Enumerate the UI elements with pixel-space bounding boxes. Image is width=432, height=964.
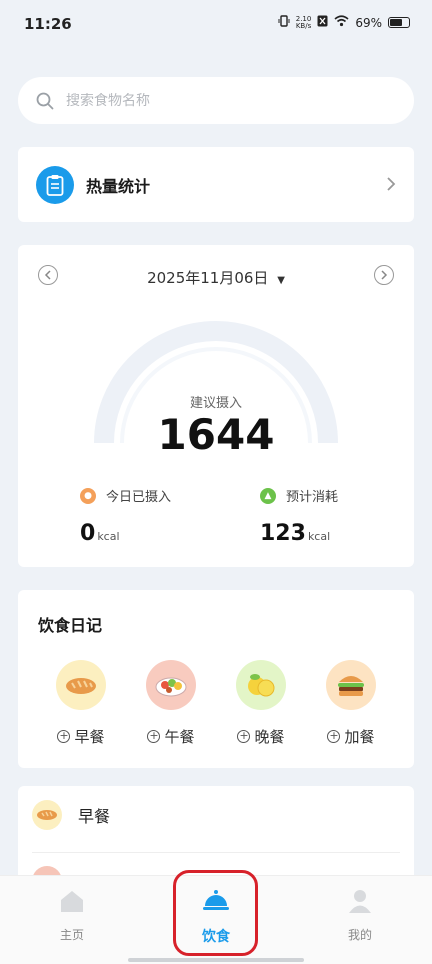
add-breakfast-button[interactable]: + 早餐: [57, 726, 105, 747]
search-icon: [36, 92, 54, 109]
burn-value-group: 123 kcal: [260, 521, 330, 546]
calorie-stats-title: 热量统计: [86, 176, 151, 196]
burn-value: 123: [260, 521, 306, 546]
calorie-stats-entry[interactable]: 热量统计: [18, 147, 414, 222]
suggested-intake-label: 建议摄入: [189, 396, 242, 411]
plus-circle-icon: +: [327, 729, 341, 743]
tab-diet-label: 饮食: [202, 929, 230, 945]
daily-calorie-card: 2025年11月06日 ▼ 建议摄入 1644 ● 今日已摄入 0 kcal ▲…: [18, 245, 414, 567]
bread-icon: [32, 800, 62, 830]
add-snack-button[interactable]: + 加餐: [327, 726, 375, 747]
plus-circle-icon: +: [237, 729, 251, 743]
intake-unit: kcal: [97, 530, 120, 543]
suggested-intake-value: 1644: [157, 410, 275, 459]
divider: [32, 852, 400, 853]
food-cover-icon: [203, 890, 229, 910]
date-picker[interactable]: 2025年11月06日 ▼: [18, 267, 414, 288]
plus-circle-icon: +: [147, 729, 161, 743]
meal-breakfast[interactable]: + 早餐: [49, 660, 113, 747]
bread-icon: [56, 660, 106, 710]
current-date: 2025年11月06日: [147, 269, 269, 287]
vibrate-icon: [278, 15, 290, 30]
bottom-tab-bar: 主页 饮食 我的: [0, 875, 432, 964]
battery-percent: 69%: [355, 15, 382, 30]
person-icon: [349, 890, 371, 913]
tab-mine-label: 我的: [347, 928, 372, 942]
diet-diary-card: 饮食日记 + 早餐 + 午餐 + 晚餐 + 加餐: [18, 590, 414, 768]
home-icon: [61, 891, 83, 912]
tab-diet[interactable]: 饮食: [176, 888, 256, 946]
sim-off-icon: [317, 15, 328, 30]
next-day-button[interactable]: [374, 265, 394, 285]
search-bar[interactable]: [18, 77, 414, 124]
chevron-right-icon: [386, 173, 396, 197]
caret-down-icon: ▼: [277, 275, 285, 286]
burn-label: 预计消耗: [286, 490, 339, 505]
intake-metric: ● 今日已摄入: [80, 486, 171, 505]
lemon-icon: [236, 660, 286, 710]
tab-home-label: 主页: [59, 928, 84, 942]
tab-home[interactable]: 主页: [32, 888, 112, 943]
diet-diary-title: 饮食日记: [38, 616, 103, 635]
wifi-icon: [334, 15, 349, 30]
home-indicator: [128, 958, 304, 962]
bowl-icon: ●: [80, 487, 96, 504]
burn-unit: kcal: [307, 530, 331, 543]
date-selector: 2025年11月06日 ▼: [18, 265, 414, 289]
intake-value-group: 0 kcal: [80, 521, 120, 546]
flame-icon: ▲: [260, 487, 276, 504]
chevron-right-icon: [381, 270, 388, 280]
plus-circle-icon: +: [57, 729, 71, 743]
battery-icon: [388, 17, 410, 28]
search-input[interactable]: [66, 92, 366, 109]
intake-value: 0: [80, 521, 96, 546]
burn-metric: ▲ 预计消耗: [260, 486, 338, 505]
intake-label: 今日已摄入: [106, 490, 172, 505]
clipboard-icon: [36, 165, 74, 204]
tab-mine[interactable]: 我的: [320, 888, 400, 943]
add-dinner-button[interactable]: + 晚餐: [237, 726, 285, 747]
list-item[interactable]: 早餐: [32, 800, 110, 830]
status-time: 11:26: [24, 15, 72, 33]
burger-icon: [326, 660, 376, 710]
salad-icon: [146, 660, 196, 710]
status-icons: 2.10 KB/s 69%: [278, 15, 410, 30]
meal-dinner[interactable]: + 晚餐: [229, 660, 293, 747]
add-lunch-button[interactable]: + 午餐: [147, 726, 195, 747]
meal-list-label: 早餐: [78, 807, 111, 826]
status-bar: 11:26 2.10 KB/s 69%: [0, 0, 432, 50]
meal-snack[interactable]: + 加餐: [319, 660, 383, 747]
network-speed: 2.10 KB/s: [295, 14, 312, 30]
meal-lunch[interactable]: + 午餐: [139, 660, 203, 747]
